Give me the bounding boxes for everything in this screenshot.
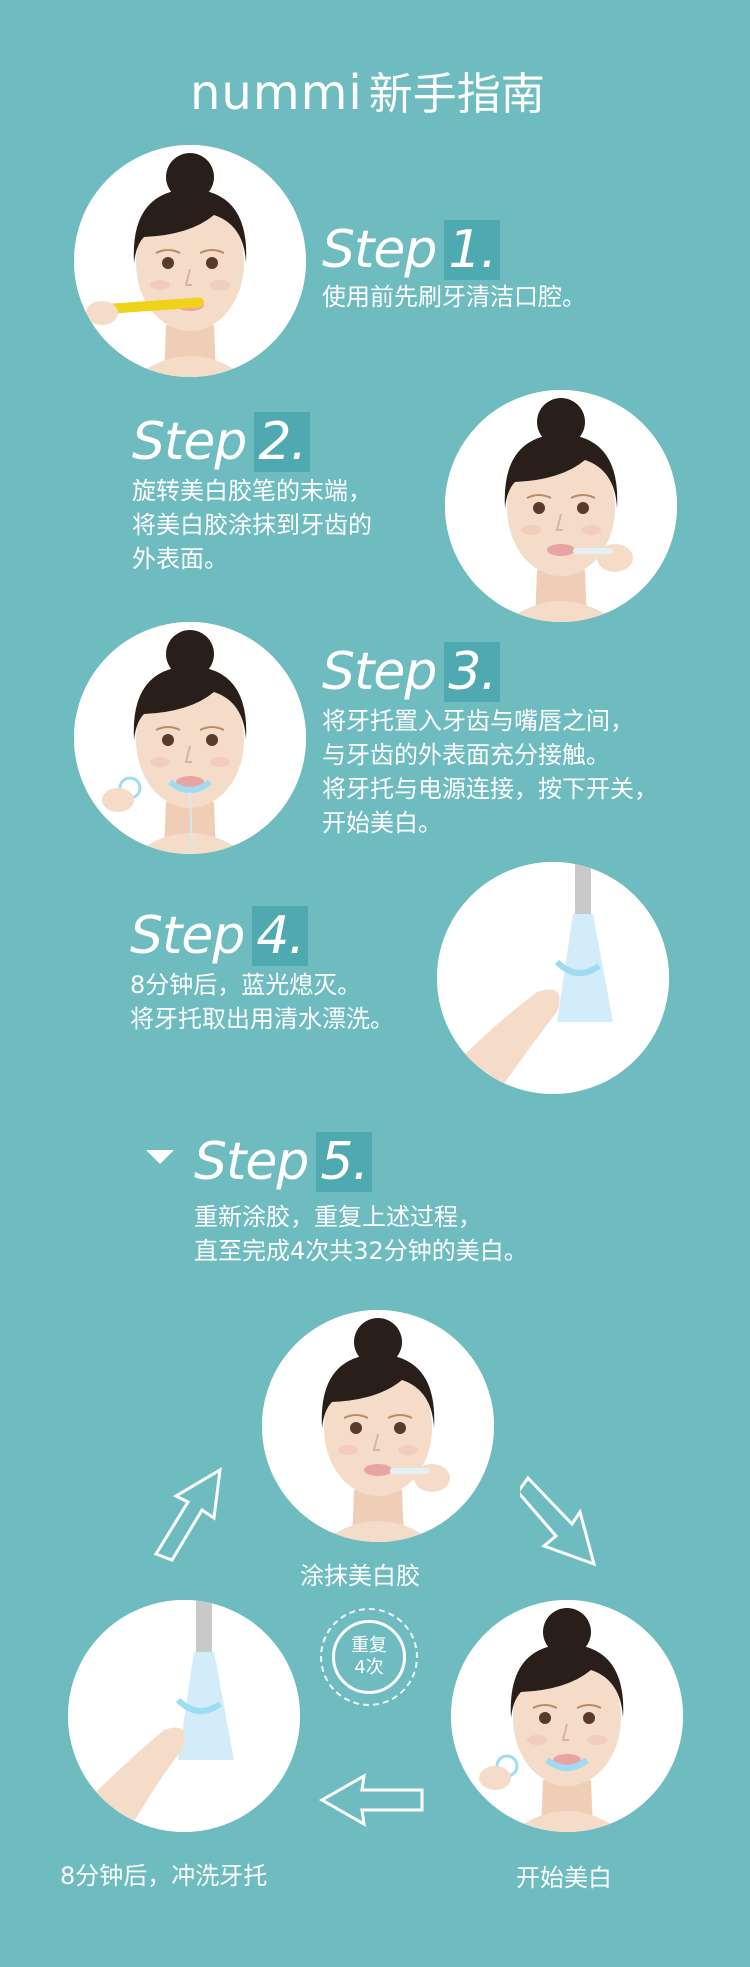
collapse-triangle-icon (146, 1150, 174, 1164)
step1-illustration (74, 145, 306, 377)
step4-text: 8分钟后，蓝光熄灭。 将牙托取出用清水漂洗。 (130, 971, 394, 1033)
step5-text: 重新涂胶，重复上述过程， 直至完成4次共32分钟的美白。 (194, 1203, 528, 1265)
header-brand: nummi 新手指南 (190, 58, 545, 121)
repeat-badge: 重复 4次 (332, 1620, 406, 1694)
step3-text: 将牙托置入牙齿与嘴唇之间， 与牙齿的外表面充分接触。 将牙托与电源连接，按下开关… (322, 707, 658, 837)
step1-text: 使用前先刷牙清洁口腔。 (322, 283, 586, 311)
step2-text: 旋转美白胶笔的末端， 将美白胶涂抹到牙齿的 外表面。 (132, 477, 372, 573)
repeat-badge-line1: 重复 (351, 1635, 387, 1656)
step4-title: Step 4. (130, 906, 309, 966)
arrow-up-right-icon (148, 1462, 228, 1562)
cycle-right-label: 开始美白 (516, 1864, 612, 1892)
step5-title: Step 5. (194, 1132, 373, 1192)
repeat-badge-line2: 4次 (354, 1657, 384, 1678)
step2-title: Step 2. (132, 412, 311, 472)
cycle-top-illustration (262, 1310, 494, 1542)
step3-illustration (74, 622, 306, 854)
cycle-top-label: 涂抹美白胶 (300, 1562, 420, 1590)
cycle-right-illustration (451, 1600, 683, 1832)
step2-illustration (445, 390, 677, 622)
step3-title: Step 3. (322, 642, 501, 702)
brand-logo: nummi (190, 65, 363, 121)
page-title: 新手指南 (368, 69, 545, 120)
cycle-left-illustration (68, 1600, 300, 1832)
step4-illustration (437, 862, 669, 1094)
arrow-down-right-icon (520, 1470, 600, 1570)
step1-title: Step 1. (322, 220, 501, 280)
arrow-left-icon (318, 1770, 428, 1830)
cycle-left-label: 8分钟后，冲洗牙托 (60, 1862, 268, 1890)
